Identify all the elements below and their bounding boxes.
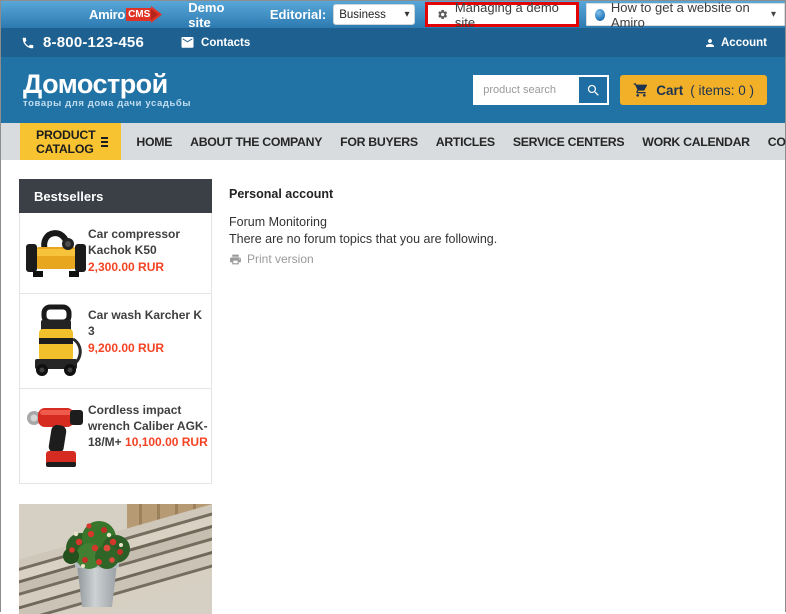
managing-demo-site-button[interactable]: Managing a demo site (425, 2, 578, 27)
managing-demo-site-label: Managing a demo site (455, 0, 567, 30)
phone-number: 8-800-123-456 (43, 34, 144, 51)
editorial-label: Editorial: (270, 7, 326, 22)
promo-bar: AmiroCMS Demo site Editorial: Business ▾… (1, 1, 785, 28)
cart-label: Cart (656, 83, 683, 98)
nav-item-contacts[interactable]: CONTACTS (768, 135, 786, 149)
editorial-selected-value: Business (339, 9, 386, 21)
product-image-compressor[interactable] (24, 223, 88, 283)
howto-website-button[interactable]: How to get a website on Amiro ▾ (586, 3, 785, 26)
bestsellers-list: Car compressor Kachok K50 2,300.00 RUR (19, 213, 212, 484)
amiro-logo-text: Amiro (89, 7, 125, 22)
search-button[interactable] (579, 77, 607, 103)
sidebar: Bestsellers Car compress (19, 160, 212, 614)
impact-wrench-illustration (26, 399, 86, 473)
print-version-label: Print version (247, 252, 314, 266)
person-icon (704, 37, 716, 49)
product-price: 2,300.00 RUR (88, 259, 209, 275)
amiro-arrow-icon (151, 6, 162, 23)
cart-items-count: ( items: 0 ) (690, 83, 754, 98)
product-info: Car compressor Kachok K50 2,300.00 RUR (88, 223, 209, 283)
account-label: Account (721, 37, 767, 49)
search-input[interactable] (475, 77, 577, 103)
product-price: 10,100.00 RUR (125, 435, 208, 449)
cart-button[interactable]: Cart ( items: 0 ) (620, 75, 767, 105)
site-logo-title: Домострой (23, 71, 191, 97)
nav-item-for-buyers[interactable]: FOR BUYERS (340, 135, 418, 149)
product-catalog-label: PRODUCT CATALOG (36, 128, 101, 156)
main-nav: PRODUCT CATALOG HOME ABOUT THE COMPANY F… (1, 123, 785, 160)
cms-logo-text: CMS (126, 8, 152, 21)
howto-website-label: How to get a website on Amiro (611, 0, 763, 30)
page: { "topbar": { "logo_amiro": "Amiro", "lo… (0, 0, 786, 612)
product-catalog-button[interactable]: PRODUCT CATALOG (20, 123, 121, 160)
print-version-link[interactable]: Print version (229, 252, 765, 266)
nav-item-service-centers[interactable]: SERVICE CENTERS (513, 135, 624, 149)
sidebar-banner-image[interactable] (19, 504, 212, 614)
nav-menu: HOME ABOUT THE COMPANY FOR BUYERS ARTICL… (136, 135, 786, 149)
product-info: Car wash Karcher K 3 9,200.00 RUR (88, 304, 209, 378)
hamburger-icon (101, 141, 108, 143)
phone-icon (21, 36, 35, 50)
chevron-down-icon: ▾ (404, 9, 409, 20)
printer-icon (229, 253, 242, 266)
site-header: Домострой товары для дома дачи усадьбы C… (1, 57, 785, 123)
amiro-cms-logo[interactable]: AmiroCMS (89, 6, 162, 23)
utility-bar: 8-800-123-456 Contacts Account (1, 28, 785, 57)
product-image-impact-wrench[interactable] (24, 399, 88, 473)
plant-photo-illustration (19, 504, 212, 614)
contacts-link[interactable]: Contacts (180, 37, 250, 49)
content-area: Bestsellers Car compress (1, 160, 785, 614)
editorial-select[interactable]: Business ▾ (333, 4, 415, 25)
product-price: 9,200.00 RUR (88, 340, 209, 356)
nav-item-work-calendar[interactable]: WORK CALENDAR (642, 135, 749, 149)
car-wash-illustration (29, 304, 83, 378)
demo-site-link[interactable]: Demo site (188, 0, 243, 30)
cart-icon (633, 82, 649, 98)
site-logo[interactable]: Домострой товары для дома дачи усадьбы (23, 71, 191, 109)
contacts-label: Contacts (201, 37, 250, 49)
account-link[interactable]: Account (704, 37, 767, 49)
envelope-icon (180, 37, 195, 49)
bestsellers-header: Bestsellers (19, 179, 212, 213)
forum-monitoring-label: Forum Monitoring (229, 215, 765, 230)
product-image-car-wash[interactable] (24, 304, 88, 378)
chevron-down-icon: ▾ (771, 9, 776, 20)
product-row-compressor: Car compressor Kachok K50 2,300.00 RUR (20, 213, 211, 293)
empty-message: There are no forum topics that you are f… (229, 232, 765, 247)
product-info: Cordless impact wrench Caliber AGK-18/M+… (88, 399, 209, 473)
site-logo-subtitle: товары для дома дачи усадьбы (23, 98, 191, 109)
product-row-car-wash: Car wash Karcher K 3 9,200.00 RUR (20, 293, 211, 388)
nav-item-home[interactable]: HOME (136, 135, 172, 149)
main-panel: Personal account Forum Monitoring There … (212, 160, 785, 614)
nav-item-articles[interactable]: ARTICLES (436, 135, 495, 149)
search-icon (586, 83, 601, 98)
page-title: Personal account (229, 187, 765, 201)
gear-icon (437, 8, 448, 21)
product-title[interactable]: Car compressor Kachok K50 (88, 227, 180, 257)
product-title[interactable]: Car wash Karcher K 3 (88, 308, 202, 338)
globe-icon (595, 9, 605, 21)
nav-item-about[interactable]: ABOUT THE COMPANY (190, 135, 322, 149)
phone-link[interactable]: 8-800-123-456 (21, 34, 144, 51)
search-box (473, 75, 609, 105)
compressor-illustration (25, 223, 87, 283)
product-row-impact-wrench: Cordless impact wrench Caliber AGK-18/M+… (20, 388, 211, 483)
